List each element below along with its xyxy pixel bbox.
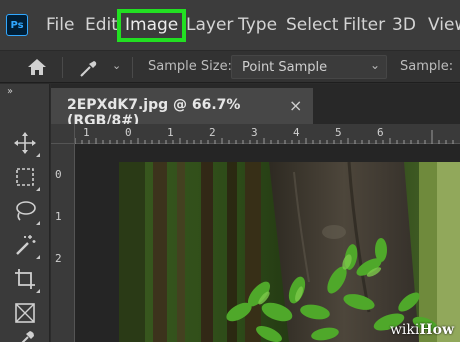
ruler-label: 0 [125, 126, 132, 139]
collapse-panel-icon[interactable]: ›› [7, 86, 13, 97]
marquee-tool-icon[interactable] [10, 162, 40, 192]
menu-type[interactable]: Type [238, 14, 277, 36]
options-bar: ⌄ Sample Size: Point Sample ⌄ Sample: [0, 50, 460, 83]
menu-file[interactable]: File [46, 14, 74, 36]
chevron-down-icon[interactable]: ⌄ [112, 59, 121, 72]
ruler-corner [51, 124, 75, 144]
lasso-tool-icon[interactable] [10, 196, 40, 226]
menu-edit[interactable]: Edit [85, 14, 118, 36]
menu-filter[interactable]: Filter [343, 14, 385, 36]
canvas-area: 1 0 1 2 3 4 5 6 0 1 2 wikiHow [51, 124, 460, 342]
frame-tool-icon[interactable] [10, 298, 40, 328]
menu-image[interactable]: Image [117, 9, 187, 42]
close-icon[interactable]: × [289, 96, 302, 115]
ruler-label: 1 [167, 126, 174, 139]
home-icon[interactable] [26, 57, 48, 77]
ruler-label: 3 [251, 126, 258, 139]
eyedropper-icon[interactable] [78, 57, 100, 79]
chevron-down-icon: ⌄ [369, 58, 380, 72]
sample-size-value: Point Sample [242, 60, 328, 75]
ruler-label: 0 [55, 168, 62, 181]
menu-select[interactable]: Select [286, 14, 338, 36]
menu-layer[interactable]: Layer [186, 14, 233, 36]
vertical-ruler[interactable]: 0 1 2 [51, 144, 75, 342]
wikihow-watermark: wikiHow [390, 322, 454, 338]
ruler-label: 6 [377, 126, 384, 139]
menu-3d[interactable]: 3D [392, 14, 416, 36]
sample-size-label: Sample Size: [148, 59, 232, 74]
ruler-label: 2 [55, 252, 62, 265]
menu-bar: Ps File Edit Image Layer Type Select Fil… [0, 0, 460, 50]
divider [62, 57, 63, 78]
divider [132, 57, 133, 78]
photoshop-logo: Ps [6, 14, 28, 36]
magic-wand-tool-icon[interactable] [10, 230, 40, 260]
watermark-prefix: wiki [389, 322, 420, 338]
sample-label: Sample: [400, 59, 454, 74]
move-tool-icon[interactable] [10, 128, 40, 158]
tool-panel: ›› [0, 84, 50, 342]
ruler-label: 2 [209, 126, 216, 139]
ruler-label: 1 [83, 126, 90, 139]
ruler-label: 5 [335, 126, 342, 139]
ruler-ticks [75, 130, 454, 144]
eyedropper-tool-icon[interactable] [10, 328, 40, 342]
sample-size-select[interactable]: Point Sample ⌄ [231, 55, 387, 79]
menu-view[interactable]: View [428, 14, 460, 36]
ruler-label: 4 [293, 126, 300, 139]
canvas-image[interactable] [119, 162, 460, 342]
horizontal-ruler[interactable]: 1 0 1 2 3 4 5 6 [75, 124, 460, 144]
document-tab[interactable]: 2EPXdK7.jpg @ 66.7% (RGB/8#) × [51, 88, 313, 129]
crop-tool-icon[interactable] [10, 264, 40, 294]
ruler-label: 1 [55, 210, 62, 223]
watermark-suffix: How [419, 322, 454, 338]
document-tab-bar: 2EPXdK7.jpg @ 66.7% (RGB/8#) × [51, 84, 460, 129]
